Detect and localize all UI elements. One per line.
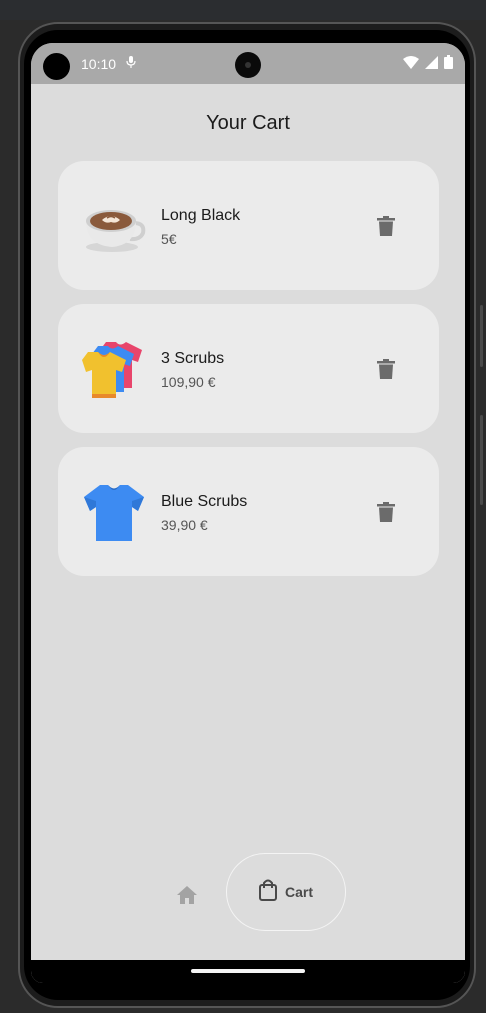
coffee-cup-icon [82,195,146,259]
page-title: Your Cart [206,112,290,134]
cart-item-name: 3 Scrubs [161,350,225,367]
gesture-handle[interactable] [191,969,305,973]
blue-shirt-icon [82,481,146,545]
ide-toolbar [0,0,486,20]
nav-home-button[interactable] [171,879,203,911]
cart-item-card: Long Black 5€ [58,161,439,290]
system-navigation-bar [31,960,465,983]
cart-item-card: Blue Scrubs 39,90 € [58,447,439,576]
cart-item-price: 39,90 € [161,517,208,533]
delete-button[interactable] [372,355,400,383]
delete-button[interactable] [372,212,400,240]
front-camera [235,52,261,78]
trash-icon [377,216,395,236]
status-time: 10:10 [81,56,117,72]
cart-item-price: 5€ [161,231,177,247]
cart-item-name: Blue Scrubs [161,493,248,510]
trash-icon [377,359,395,379]
shopping-bag-icon [258,879,277,906]
volume-button [480,305,483,367]
battery-icon [444,55,453,74]
home-icon [177,886,197,904]
nav-cart-label: Cart [284,884,313,900]
app-screen: 10:10 Your Cart Long Black 5€ 3 Scrubs 1… [31,43,465,983]
camera-cutout-left [43,53,70,80]
stacked-shirts-icon [82,338,146,402]
cart-item-card: 3 Scrubs 109,90 € [58,304,439,433]
nav-cart-button[interactable]: Cart [226,853,346,931]
bottom-navigation: Cart [31,851,465,935]
cart-item-name: Long Black [161,207,241,224]
delete-button[interactable] [372,498,400,526]
microphone-icon [126,56,136,71]
trash-icon [377,502,395,522]
cart-item-price: 109,90 € [161,374,216,390]
signal-icon [425,55,438,74]
power-button [480,415,483,505]
status-icons [403,55,453,74]
wifi-icon [403,55,419,74]
status-bar: 10:10 [31,43,465,84]
